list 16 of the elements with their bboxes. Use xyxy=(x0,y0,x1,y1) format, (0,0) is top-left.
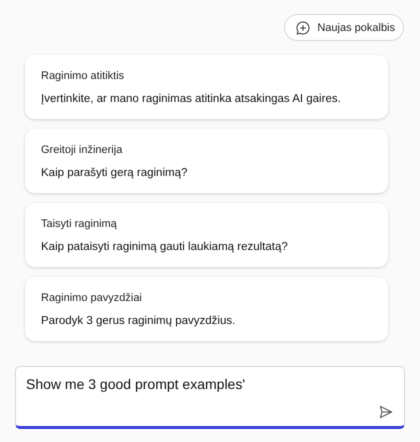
card-title: Raginimo atitiktis xyxy=(41,70,126,82)
suggestion-card[interactable]: Raginimo pavyzdžiai Parodyk 3 gerus raginimų pavyzdžius. xyxy=(25,277,388,341)
chat-add-icon xyxy=(295,20,312,36)
suggestion-card[interactable]: Greitoji inžinerija Kaip parašyti gerą raginimą? xyxy=(25,129,388,193)
card-title: Raginimo pavyzdžiai xyxy=(41,292,143,304)
send-icon[interactable] xyxy=(377,403,395,421)
message-input-field[interactable]: Show me 3 good prompt examples' xyxy=(15,366,405,429)
card-prompt: Įvertinkite, ar mano raginimas atitinka atsakingas AI gaires. xyxy=(41,93,342,105)
card-prompt: Parodyk 3 gerus raginimų pavyzdžius. xyxy=(41,315,236,327)
card-prompt: Kaip parašyti gerą raginimą? xyxy=(41,167,188,179)
new-chat-button[interactable]: Naujas pokalbis xyxy=(284,14,404,41)
card-title: Greitoji inžinerija xyxy=(41,144,124,156)
card-prompt: Kaip pataisyti raginimą gauti laukiamą rezultatą? xyxy=(41,241,289,253)
suggestion-card[interactable]: Taisyti raginimą Kaip pataisyti raginimą gauti laukiamą rezultatą? xyxy=(25,203,388,267)
suggestion-card[interactable]: Raginimo atitiktis Įvertinkite, ar mano raginimas atitinka atsakingas AI gaires. xyxy=(25,55,388,119)
card-title: Taisyti raginimą xyxy=(41,218,118,230)
